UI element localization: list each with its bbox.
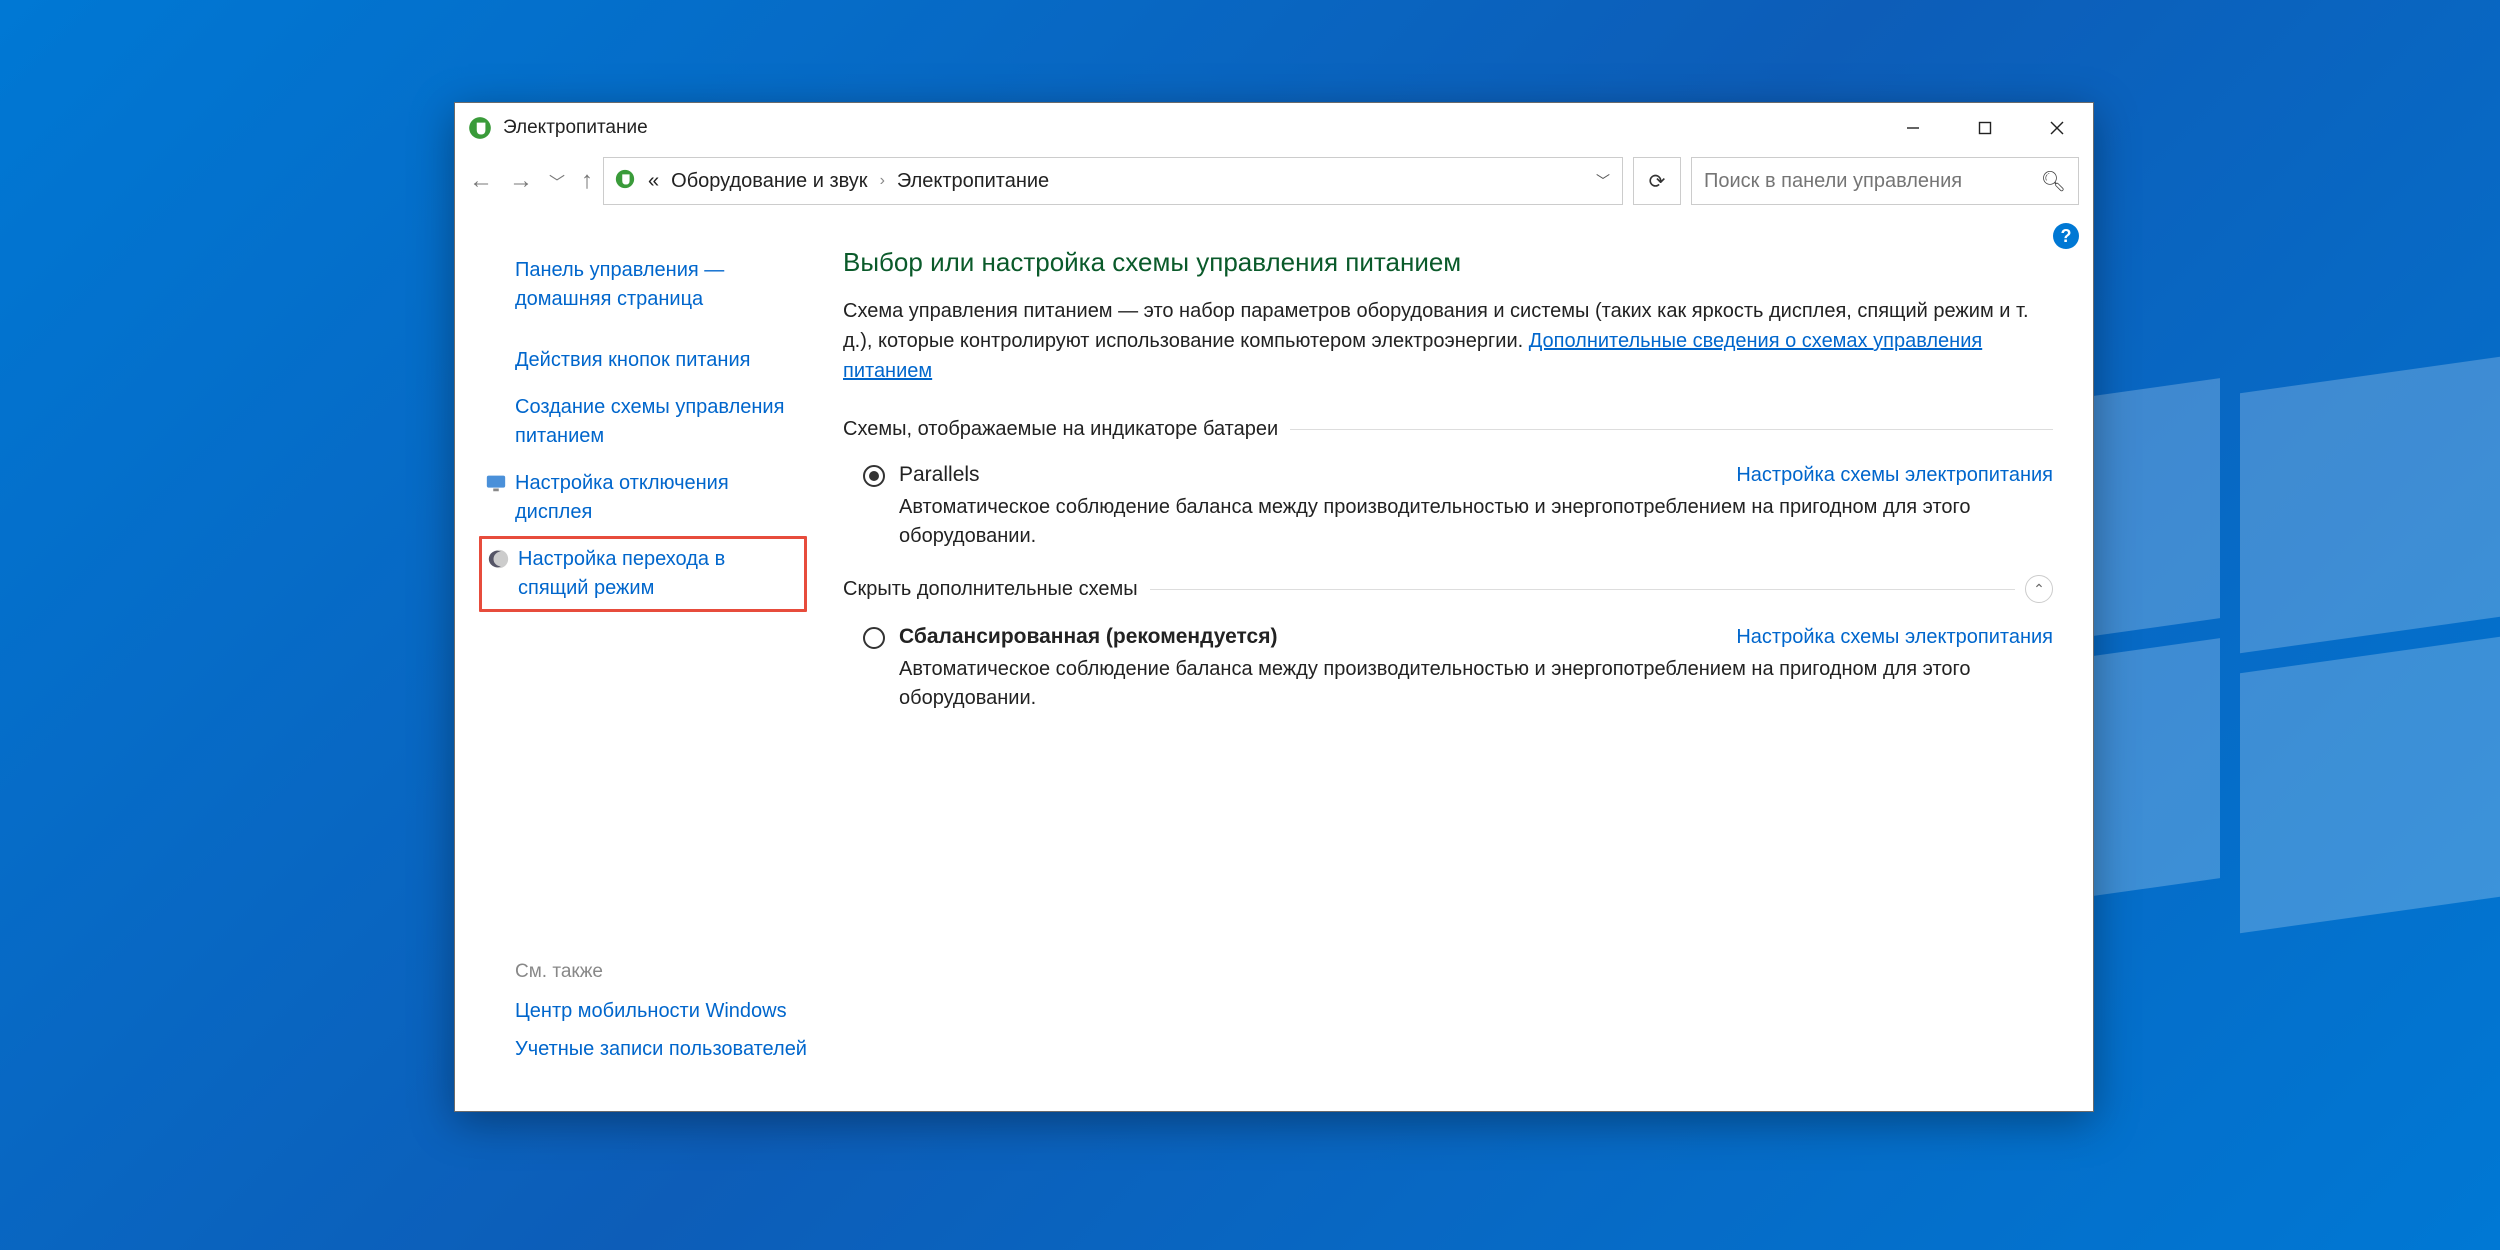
plan-description: Автоматическое соблюдение баланса между … <box>899 493 2053 551</box>
plan-radio-parallels[interactable] <box>863 465 885 487</box>
chevron-right-icon: › <box>880 172 885 190</box>
plan-configure-link[interactable]: Настройка схемы электропитания <box>1736 626 2053 649</box>
moon-icon <box>488 548 510 570</box>
back-button[interactable]: ← <box>469 167 493 195</box>
window-controls <box>1877 103 2093 153</box>
forward-button[interactable]: → <box>509 167 533 195</box>
sidebar-item-create-plan[interactable]: Создание схемы управления питанием <box>479 384 807 460</box>
plan-parallels: Parallels Настройка схемы электропитания… <box>843 455 2053 575</box>
page-heading: Выбор или настройка схемы управления пит… <box>843 247 2053 278</box>
plan-radio-balanced[interactable] <box>863 627 885 649</box>
sidebar-item-sleep[interactable]: Настройка перехода в спящий режим <box>479 536 807 612</box>
see-also-mobility[interactable]: Центр мобильности Windows <box>515 997 807 1026</box>
maximize-button[interactable] <box>1949 103 2021 153</box>
sidebar-item-button-actions[interactable]: Действия кнопок питания <box>479 337 807 384</box>
titlebar: Электропитание <box>455 103 2093 153</box>
power-options-icon <box>614 168 636 195</box>
control-panel-window: Электропитание ← → ﹀ ↑ « Оборудование и … <box>454 102 2094 1112</box>
power-options-icon <box>467 115 493 141</box>
see-also-accounts[interactable]: Учетные записи пользователей <box>515 1035 807 1064</box>
monitor-icon <box>485 472 507 494</box>
see-also: См. также Центр мобильности Windows Учет… <box>479 931 807 1109</box>
window-title: Электропитание <box>503 117 1877 139</box>
see-also-header: См. также <box>515 961 807 983</box>
sidebar: Панель управления — домашняя страница Де… <box>455 219 825 1109</box>
plan-name: Parallels <box>899 463 980 487</box>
address-dropdown-icon[interactable]: ﹀ <box>1596 171 1610 191</box>
section-hide-additional: Скрыть дополнительные схемы ⌃ <box>843 575 2053 603</box>
plan-configure-link[interactable]: Настройка схемы электропитания <box>1736 464 2053 487</box>
main-content: Выбор или настройка схемы управления пит… <box>825 219 2093 1109</box>
plan-name: Сбалансированная (рекомендуется) <box>899 625 1277 649</box>
collapse-button[interactable]: ⌃ <box>2025 575 2053 603</box>
refresh-button[interactable]: ⟳ <box>1633 157 1681 205</box>
breadcrumb-prefix: « <box>648 170 659 193</box>
section-battery-plans: Схемы, отображаемые на индикаторе батаре… <box>843 418 2053 441</box>
sidebar-item-display-off[interactable]: Настройка отключения дисплея <box>479 460 807 536</box>
sidebar-home[interactable]: Панель управления — домашняя страница <box>479 247 807 323</box>
help-icon[interactable]: ? <box>2053 223 2079 249</box>
plan-description: Автоматическое соблюдение баланса между … <box>899 655 2053 713</box>
close-button[interactable] <box>2021 103 2093 153</box>
address-bar[interactable]: « Оборудование и звук › Электропитание ﹀ <box>603 157 1623 205</box>
recent-dropdown[interactable]: ﹀ <box>549 169 565 193</box>
search-box[interactable]: 🔍︎ <box>1691 157 2079 205</box>
search-icon: 🔍︎ <box>2041 169 2066 194</box>
page-description: Схема управления питанием — это набор па… <box>843 296 2053 386</box>
nav-row: ← → ﹀ ↑ « Оборудование и звук › Электроп… <box>455 153 2093 219</box>
up-button[interactable]: ↑ <box>581 167 593 195</box>
minimize-button[interactable] <box>1877 103 1949 153</box>
breadcrumb-power[interactable]: Электропитание <box>897 170 1049 193</box>
plan-balanced: Сбалансированная (рекомендуется) Настрой… <box>843 617 2053 737</box>
breadcrumb-hardware[interactable]: Оборудование и звук <box>671 170 867 193</box>
search-input[interactable] <box>1704 170 2066 193</box>
